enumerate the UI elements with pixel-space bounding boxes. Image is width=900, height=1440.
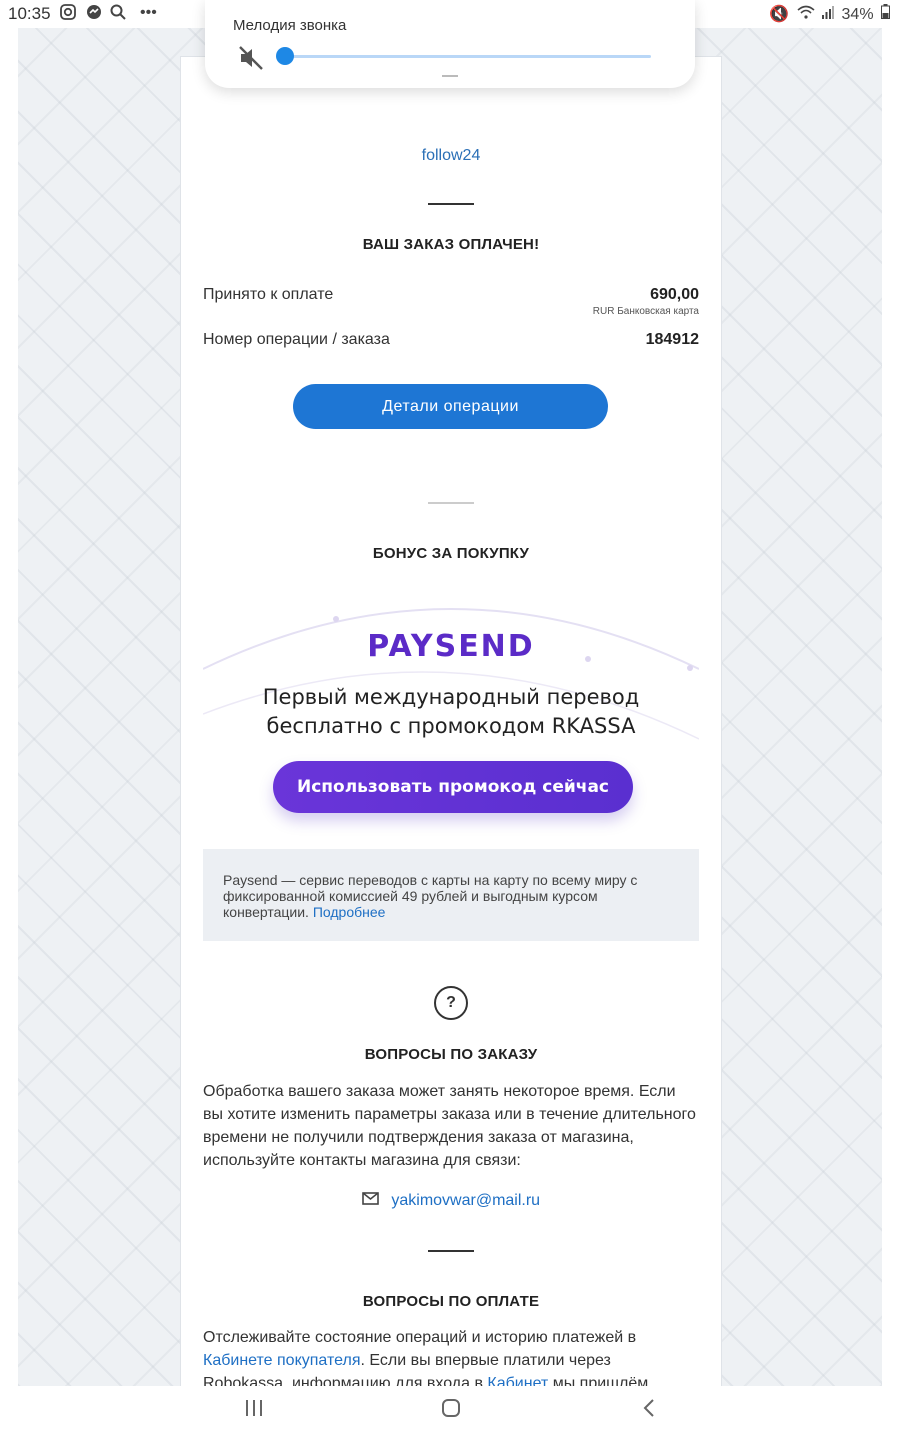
home-icon[interactable] xyxy=(441,1398,461,1424)
paysend-info-box: Paysend — сервис переводов с карты на ка… xyxy=(203,849,699,941)
divider xyxy=(428,502,474,504)
volume-expand-handle[interactable] xyxy=(442,75,458,77)
navigation-bar xyxy=(0,1386,900,1440)
payment-questions-title: ВОПРОСЫ ПО ОПЛАТЕ xyxy=(362,1293,540,1310)
shop-name-link[interactable]: follow24 xyxy=(181,147,721,165)
contact-email-link[interactable]: yakimovwar@mail.ru xyxy=(391,1192,540,1209)
more-icon: ••• xyxy=(140,4,157,21)
operation-label: Номер операции / заказа xyxy=(203,331,390,348)
mute-icon: 🔇 xyxy=(769,6,790,23)
instagram-icon xyxy=(60,4,76,25)
question-icon: ? xyxy=(434,986,468,1020)
recent-apps-icon[interactable] xyxy=(244,1398,264,1424)
search-icon xyxy=(110,4,126,25)
order-questions-text: Обработка вашего заказа может занять нек… xyxy=(203,1083,696,1169)
payment-text-part: Отслеживайте состояние операций и истори… xyxy=(203,1329,637,1346)
status-time: 10:35 xyxy=(8,4,51,23)
volume-popup: Мелодия звонка xyxy=(205,0,695,88)
battery-level: 34% xyxy=(841,6,874,23)
more-link[interactable]: Подробнее xyxy=(313,904,386,920)
volume-slider-track[interactable] xyxy=(285,55,651,58)
details-button[interactable]: Детали операции xyxy=(293,384,608,429)
banner-line-1: Первый международный перевод xyxy=(262,685,640,709)
paysend-logo: PAYSEND xyxy=(367,629,535,664)
volume-slider-thumb[interactable] xyxy=(276,47,294,65)
divider xyxy=(428,203,474,205)
bonus-title: БОНУС ЗА ПОКУПКУ xyxy=(372,545,530,562)
amount-value: 690,00 xyxy=(650,286,699,303)
battery-icon xyxy=(881,4,890,23)
email-card: follow24 ВАШ ЗАКАЗ ОПЛАЧЕН! Принято к оп… xyxy=(180,56,722,1387)
banner-text: Первый международный перевод бесплатно с… xyxy=(203,683,699,741)
volume-label: Мелодия звонка xyxy=(233,17,347,34)
divider xyxy=(428,1250,474,1252)
buyer-cabinet-link[interactable]: Кабинете покупателя xyxy=(203,1352,360,1369)
mail-icon xyxy=(362,1192,383,1209)
contact-email-row: yakimovwar@mail.ru xyxy=(181,1192,721,1210)
paid-title: ВАШ ЗАКАЗ ОПЛАЧЕН! xyxy=(362,236,540,253)
back-icon[interactable] xyxy=(642,1398,656,1424)
operation-number: 184912 xyxy=(645,331,699,348)
amount-currency: RUR Банковская карта xyxy=(592,306,699,317)
paysend-info-text: Paysend — сервис переводов с карты на ка… xyxy=(223,872,638,920)
messenger-icon xyxy=(86,4,102,25)
volume-mute-icon[interactable] xyxy=(237,44,265,72)
order-questions-title: ВОПРОСЫ ПО ЗАКАЗУ xyxy=(364,1046,538,1063)
payment-questions-text: Отслеживайте состояние операций и истори… xyxy=(203,1326,699,1387)
use-promocode-button[interactable]: Использовать промокод сейчас xyxy=(273,761,633,813)
paysend-banner[interactable]: PAYSEND Первый международный перевод бес… xyxy=(203,579,699,849)
banner-line-2: бесплатно с промокодом RKASSA xyxy=(266,714,636,738)
status-right: 🔇 34% xyxy=(766,4,890,24)
wifi-icon xyxy=(797,5,819,23)
amount-label: Принято к оплате xyxy=(203,286,334,303)
signal-icon xyxy=(822,6,838,23)
